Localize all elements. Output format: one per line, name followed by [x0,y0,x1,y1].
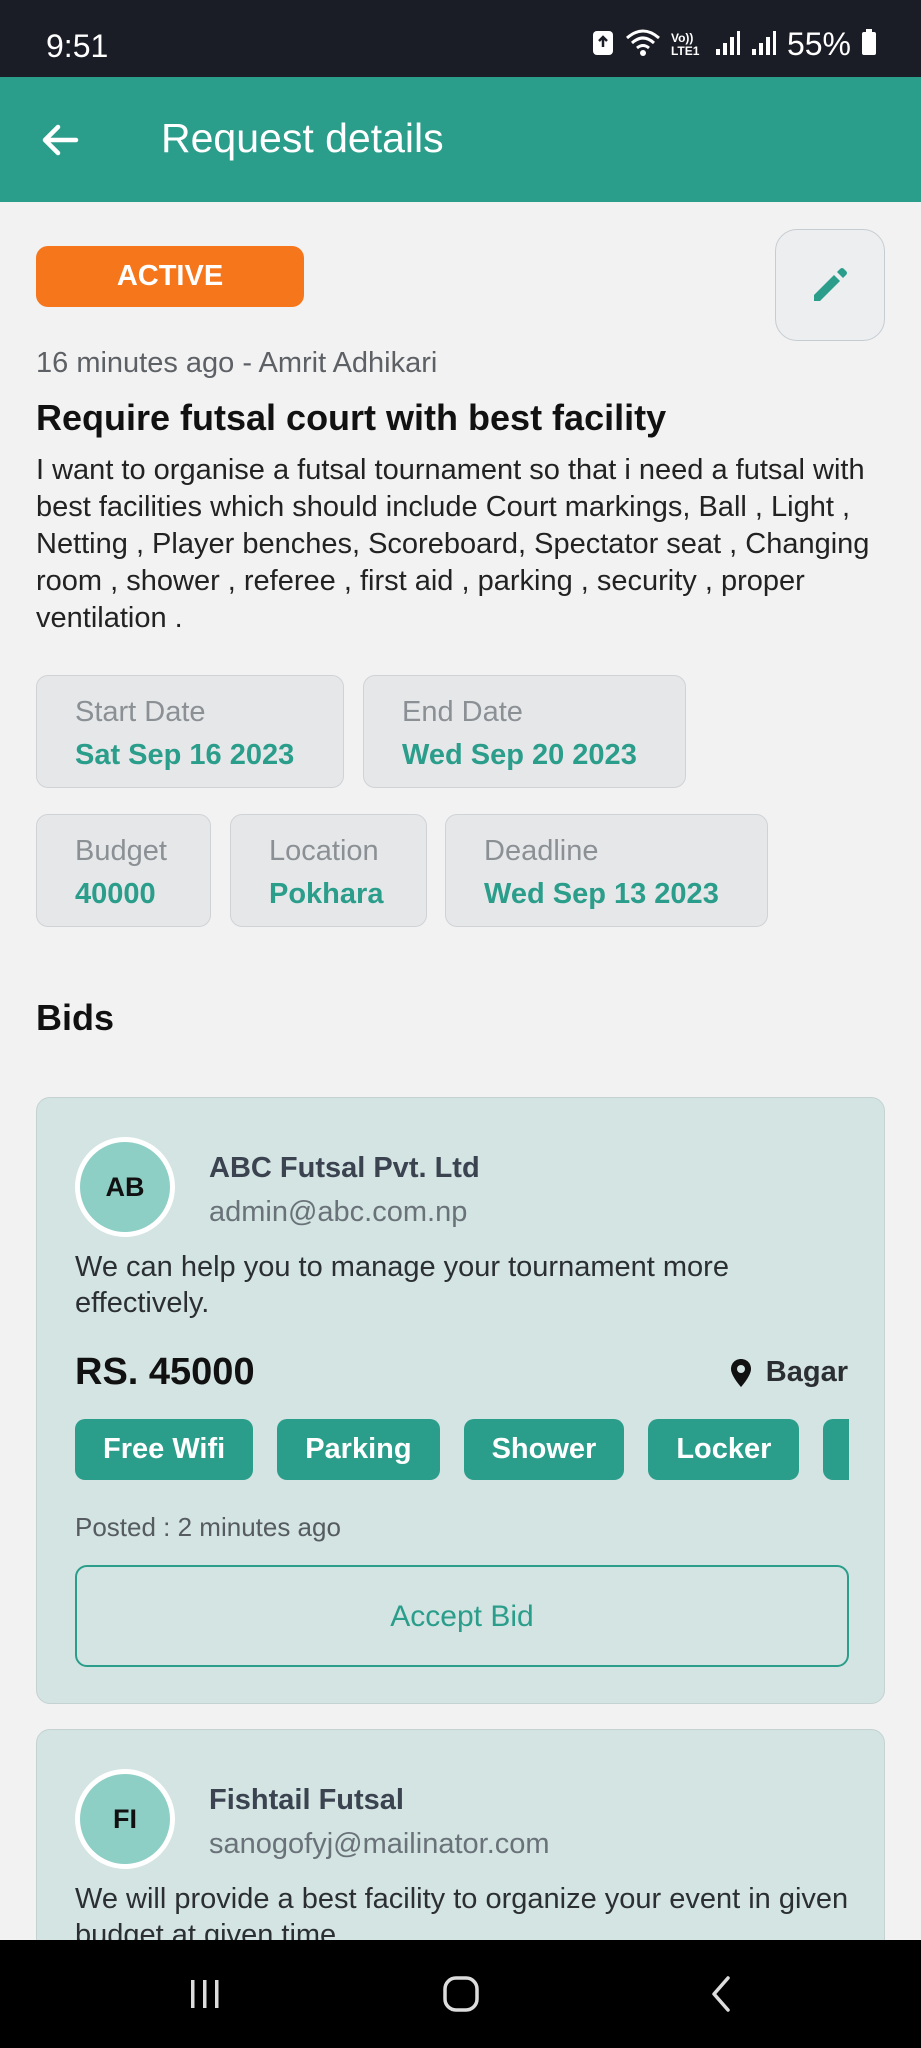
bid-card: FI Fishtail Futsal sanogofyj@mailinator.… [36,1729,885,1940]
accept-bid-button[interactable]: Accept Bid [75,1565,849,1667]
tag-more [823,1419,849,1480]
chevron-left-icon [712,1976,730,2012]
deadline-label: Deadline [484,835,599,867]
start-date-value: Sat Sep 16 2023 [75,739,295,771]
deadline-box: Deadline Wed Sep 13 2023 [445,814,768,927]
page-title: Request details [161,115,444,161]
app-bar: Request details [0,77,921,202]
end-date-value: Wed Sep 20 2023 [402,739,637,771]
tag-parking: Parking [277,1419,440,1480]
bid-card: AB ABC Futsal Pvt. Ltd admin@abc.com.np … [36,1097,885,1704]
volte-label: Vo)) LTE1 [670,30,700,58]
location-label: Location [269,835,379,867]
back-nav-button[interactable] [661,1940,781,2048]
recents-button[interactable] [145,1940,265,2048]
location-value: Pokhara [269,878,384,910]
start-date-box: Start Date Sat Sep 16 2023 [36,675,344,788]
bid-message: We will provide a best facility to organ… [75,1883,849,1940]
tag-locker: Locker [648,1419,800,1480]
arrow-left-icon [42,124,79,156]
bidder-email: admin@abc.com.np [209,1196,468,1228]
budget-value: 40000 [75,878,156,910]
facility-tags[interactable]: Free Wifi Parking Shower Locker [75,1419,849,1481]
status-bar: 9:51 Vo)) LTE1 55% [0,0,921,77]
bids-heading: Bids [36,997,115,1038]
start-date-label: Start Date [75,696,206,728]
budget-label: Budget [75,835,167,867]
location-box: Location Pokhara [230,814,427,927]
home-icon [443,1976,479,2012]
recycle-notification-icon [591,27,615,62]
tag-shower: Shower [463,1419,625,1480]
tag-free-wifi: Free Wifi [75,1419,254,1480]
recents-icon [191,1980,219,2008]
bid-price: RS. 45000 [75,1351,255,1393]
budget-box: Budget 40000 [36,814,211,927]
battery-icon [861,27,877,62]
avatar: FI [75,1769,175,1869]
request-title: Require futsal court with best facility [36,397,667,438]
pencil-icon [814,268,847,301]
bidder-email: sanogofyj@mailinator.com [209,1828,550,1860]
deadline-value: Wed Sep 13 2023 [484,878,719,910]
avatar: AB [75,1137,175,1237]
end-date-label: End Date [402,696,523,728]
bidder-name: Fishtail Futsal [209,1784,404,1816]
bid-message: We can help you to manage your tournamen… [75,1251,729,1319]
battery-percent: 55% [786,26,851,62]
back-button[interactable] [36,115,86,165]
signal-2-icon [751,27,777,62]
request-description: I want to organise a futsal tournament s… [36,454,870,634]
status-time: 9:51 [46,28,109,64]
bid-location-text: Bagar [765,1356,848,1388]
bid-location: Bagar [730,1356,848,1389]
signal-1-icon [715,27,741,62]
location-pin-icon [730,1358,751,1387]
end-date-box: End Date Wed Sep 20 2023 [363,675,686,788]
home-button[interactable] [401,1940,521,2048]
status-badge: ACTIVE [36,246,304,307]
request-details-content[interactable]: ACTIVE 16 minutes ago - Amrit Adhikari R… [0,202,921,1940]
bidder-name: ABC Futsal Pvt. Ltd [209,1152,480,1184]
bid-posted-time: Posted : 2 minutes ago [75,1512,341,1542]
system-nav-bar [0,1940,921,2048]
wifi-icon [625,27,661,62]
status-icons: Vo)) LTE1 55% [591,26,877,63]
request-meta: 16 minutes ago - Amrit Adhikari [36,347,438,379]
edit-request-button[interactable] [775,229,885,341]
